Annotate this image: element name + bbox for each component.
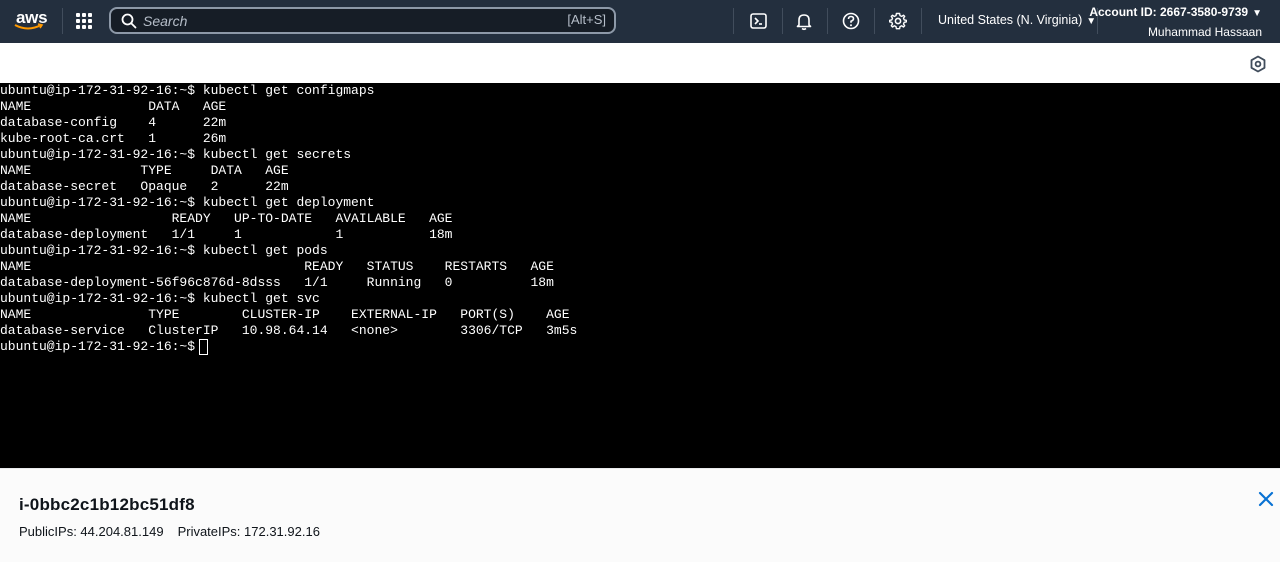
terminal-line: ubuntu@ip-172-31-92-16:~$ kubectl get de…	[0, 195, 375, 210]
private-ips: PrivateIPs: 172.31.92.16	[177, 524, 320, 539]
account-id: Account ID: 2667-3580-9739	[1089, 5, 1249, 19]
user-name: Muhammad Hassaan	[1147, 25, 1262, 39]
terminal-line: database-deployment-56f96c876d-8dsss 1/1…	[0, 275, 554, 290]
help-icon[interactable]	[841, 11, 861, 31]
terminal-window[interactable]: ubuntu@ip-172-31-92-16:~$ kubectl get co…	[0, 83, 1280, 468]
terminal-line: ubuntu@ip-172-31-92-16:~$ kubectl get co…	[0, 83, 375, 98]
search-input[interactable]	[143, 11, 543, 30]
search-shortcut-hint: [Alt+S]	[567, 12, 606, 27]
terminal-line: database-secret Opaque 2 22m	[0, 179, 289, 194]
terminal-line: NAME READY STATUS RESTARTS AGE	[0, 259, 554, 274]
nav-divider	[827, 8, 828, 34]
terminal-line: NAME READY UP-TO-DATE AVAILABLE AGE	[0, 211, 453, 226]
cloudshell-icon[interactable]	[749, 11, 769, 31]
search-icon	[121, 13, 137, 29]
top-navigation-bar: aws [Alt+S]	[0, 0, 1280, 43]
terminal-line: database-config 4 22m	[0, 115, 227, 130]
terminal-settings-icon[interactable]	[1249, 55, 1267, 73]
terminal-line: NAME DATA AGE	[0, 99, 227, 114]
apps-grid-icon[interactable]	[74, 11, 94, 31]
terminal-line: ubuntu@ip-172-31-92-16:~$ kubectl get se…	[0, 147, 352, 162]
terminal-line: database-service ClusterIP 10.98.64.14 <…	[0, 323, 578, 338]
close-icon[interactable]	[1257, 490, 1275, 508]
terminal-prompt: ubuntu@ip-172-31-92-16:~$	[0, 339, 196, 354]
gear-icon[interactable]	[888, 11, 908, 31]
terminal-line: kube-root-ca.crt 1 26m	[0, 131, 227, 146]
region-label: United States (N. Virginia)	[938, 13, 1083, 27]
cloudshell-toolbar	[0, 43, 1280, 83]
public-ips: PublicIPs: 44.204.81.149	[19, 524, 164, 539]
aws-logo[interactable]: aws	[14, 8, 48, 33]
instance-id: i-0bbc2c1b12bc51df8	[19, 495, 195, 514]
terminal-line: database-deployment 1/1 1 1 18m	[0, 227, 453, 242]
terminal-line: ubuntu@ip-172-31-92-16:~$ kubectl get po…	[0, 243, 328, 258]
terminal-cursor	[199, 339, 209, 355]
instance-info-panel: i-0bbc2c1b12bc51df8 PublicIPs: 44.204.81…	[0, 468, 1280, 562]
account-menu[interactable]: Account ID: 2667-3580-9739 ▼ Muhammad Has…	[1089, 3, 1262, 41]
caret-down-icon: ▼	[1252, 8, 1262, 19]
bell-icon[interactable]	[794, 11, 814, 31]
terminal-line: ubuntu@ip-172-31-92-16:~$ kubectl get sv…	[0, 291, 320, 306]
terminal-prompt-line[interactable]: ubuntu@ip-172-31-92-16:~$	[0, 339, 1280, 355]
instance-ips: PublicIPs: 44.204.81.149 PrivateIPs: 172.…	[19, 524, 320, 539]
nav-divider	[62, 8, 63, 34]
nav-divider	[733, 8, 734, 34]
nav-divider	[782, 8, 783, 34]
nav-divider	[921, 8, 922, 34]
aws-smile-icon	[14, 23, 44, 30]
terminal-line: NAME TYPE DATA AGE	[0, 163, 289, 178]
region-selector[interactable]: United States (N. Virginia) ▼	[938, 13, 1096, 27]
terminal-line: NAME TYPE CLUSTER-IP EXTERNAL-IP PORT(S)…	[0, 307, 570, 322]
search-box[interactable]: [Alt+S]	[109, 7, 616, 34]
nav-divider	[874, 8, 875, 34]
